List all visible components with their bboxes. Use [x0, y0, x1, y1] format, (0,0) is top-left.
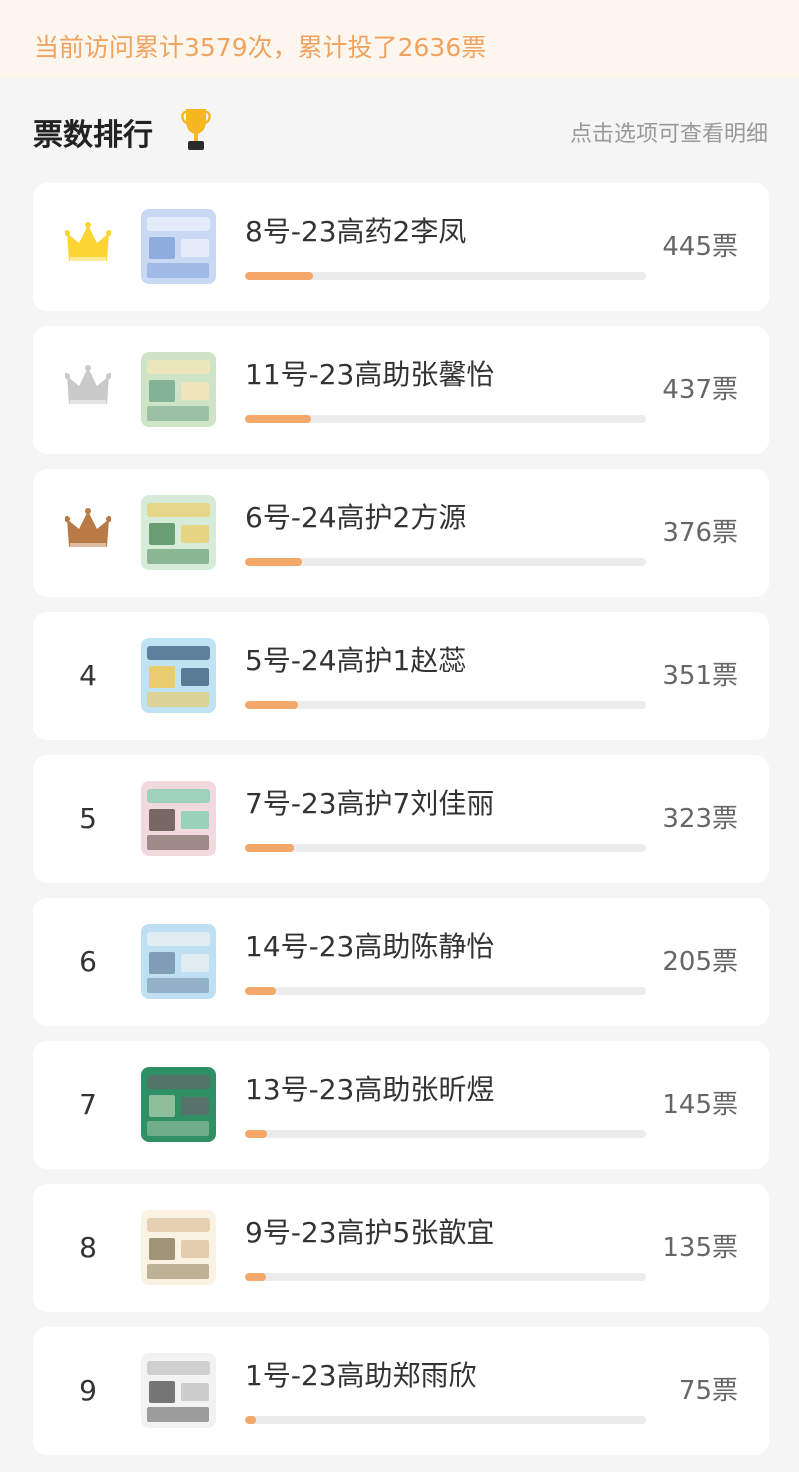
rank-number: 7 — [79, 1088, 97, 1121]
entry-name: 9号-23高护5张歆宜 — [245, 1216, 495, 1249]
ranking-card[interactable]: 7 13号-23高助张昕煜 145票 — [33, 1041, 769, 1169]
rank-number: 4 — [79, 659, 97, 692]
rank-number: 9 — [79, 1374, 97, 1407]
vote-progress-fill — [245, 1273, 266, 1281]
vote-progress-bar — [245, 415, 646, 423]
visit-stats-banner: 当前访问累计3579次，累计投了2636票 — [0, 0, 799, 78]
page-title: 票数排行 — [33, 118, 153, 153]
ranking-card[interactable]: 5 7号-23高护7刘佳丽 323票 — [33, 755, 769, 883]
vote-progress-bar — [245, 1130, 646, 1138]
ranking-card[interactable]: 9 1号-23高助郑雨欣 75票 — [33, 1327, 769, 1455]
vote-count: 376票 — [662, 518, 738, 548]
rank-number: 8 — [79, 1231, 97, 1264]
vote-progress-fill — [245, 415, 312, 423]
vote-count: 351票 — [662, 661, 738, 691]
entry-name: 1号-23高助郑雨欣 — [245, 1359, 477, 1392]
vote-progress-bar — [245, 987, 646, 995]
vote-count: 437票 — [662, 375, 738, 405]
entry-thumbnail[interactable] — [141, 352, 216, 427]
vote-progress-bar — [245, 1273, 646, 1281]
trophy-icon — [181, 109, 211, 150]
entry-name: 6号-24高护2方源 — [245, 501, 467, 534]
entry-thumbnail[interactable] — [141, 1210, 216, 1285]
vote-progress-fill — [245, 701, 299, 709]
vote-progress-bar — [245, 558, 646, 566]
entry-thumbnail[interactable] — [141, 781, 216, 856]
vote-progress-fill — [245, 1416, 257, 1424]
vote-count: 135票 — [662, 1233, 738, 1263]
entry-name: 7号-23高护7刘佳丽 — [245, 787, 495, 820]
silver-crown-icon — [65, 365, 111, 404]
entry-thumbnail[interactable] — [141, 495, 216, 570]
entry-thumbnail[interactable] — [141, 924, 216, 999]
entry-thumbnail[interactable] — [141, 1067, 216, 1142]
bronze-crown-icon — [65, 508, 111, 547]
ranking-card[interactable]: 11号-23高助张馨怡 437票 — [33, 326, 769, 454]
vote-count: 205票 — [662, 947, 738, 977]
vote-progress-fill — [245, 844, 295, 852]
vote-count: 323票 — [662, 804, 738, 834]
rank-number: 6 — [79, 945, 97, 978]
ranking-card[interactable]: 4 5号-24高护1赵蕊 351票 — [33, 612, 769, 740]
vote-progress-bar — [245, 844, 646, 852]
ranking-card[interactable]: 8号-23高药2李凤 445票 — [33, 183, 769, 311]
entry-thumbnail[interactable] — [141, 209, 216, 284]
entry-thumbnail[interactable] — [141, 638, 216, 713]
entry-name: 13号-23高助张昕煜 — [245, 1073, 495, 1106]
entry-thumbnail[interactable] — [141, 1353, 216, 1428]
gold-crown-icon — [65, 222, 111, 261]
ranking-card[interactable]: 8 9号-23高护5张歆宜 135票 — [33, 1184, 769, 1312]
vote-progress-fill — [245, 272, 313, 280]
vote-progress-bar — [245, 1416, 646, 1424]
vote-progress-fill — [245, 1130, 268, 1138]
entry-name: 5号-24高护1赵蕊 — [245, 644, 467, 677]
detail-hint: 点击选项可查看明细 — [569, 122, 768, 147]
vote-progress-fill — [245, 558, 303, 566]
vote-count: 75票 — [678, 1376, 738, 1406]
ranking-card[interactable]: 6 14号-23高助陈静怡 205票 — [33, 898, 769, 1026]
ranking-header: 票数排行 点击选项可查看明细 — [0, 78, 799, 183]
entry-name: 8号-23高药2李凤 — [245, 215, 467, 248]
ranking-card[interactable]: 6号-24高护2方源 376票 — [33, 469, 769, 597]
vote-progress-bar — [245, 272, 646, 280]
entry-name: 11号-23高助张馨怡 — [245, 358, 495, 391]
vote-progress-fill — [245, 987, 277, 995]
vote-count: 145票 — [662, 1090, 738, 1120]
visit-stats-text: 当前访问累计3579次，累计投了2636票 — [34, 33, 487, 62]
vote-count: 445票 — [662, 232, 738, 262]
rank-number: 5 — [79, 802, 97, 835]
entry-name: 14号-23高助陈静怡 — [245, 930, 495, 963]
vote-progress-bar — [245, 701, 646, 709]
